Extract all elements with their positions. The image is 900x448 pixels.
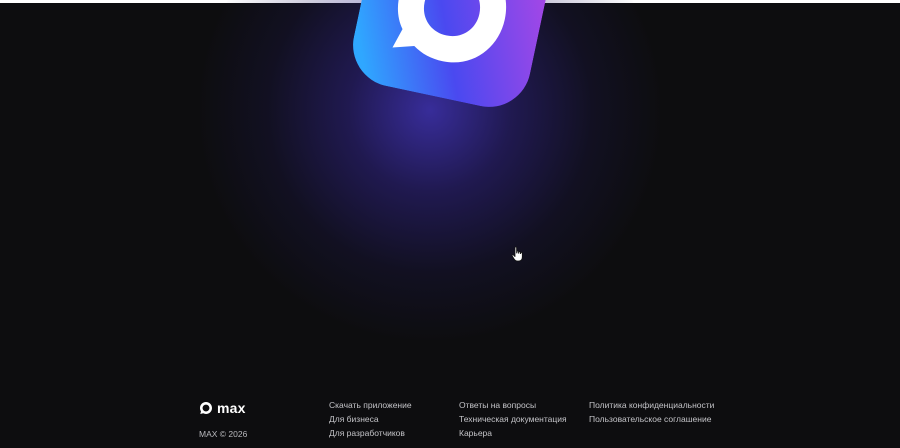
footer-link-for-business[interactable]: Для бизнеса: [329, 414, 412, 424]
footer-brand[interactable]: max: [199, 400, 246, 416]
max-logo-icon: [200, 402, 212, 414]
site-footer: max MAX © 2026 Скачать приложение Для би…: [0, 396, 900, 448]
footer-link-user-agreement[interactable]: Пользовательское соглашение: [589, 414, 714, 424]
landing-page: max MAX © 2026 Скачать приложение Для би…: [0, 0, 900, 448]
footer-column-support: Ответы на вопросы Техническая документац…: [459, 400, 567, 438]
footer-column-product: Скачать приложение Для бизнеса Для разра…: [329, 400, 412, 438]
footer-link-faq[interactable]: Ответы на вопросы: [459, 400, 567, 410]
footer-link-privacy-policy[interactable]: Политика конфиденциальности: [589, 400, 714, 410]
copyright-text: MAX © 2026: [199, 429, 248, 439]
footer-link-for-developers[interactable]: Для разработчиков: [329, 428, 412, 438]
footer-column-legal: Политика конфиденциальности Пользователь…: [589, 400, 714, 424]
hand-pointer-cursor-icon: [511, 246, 523, 262]
footer-link-technical-docs[interactable]: Техническая документация: [459, 414, 567, 424]
footer-link-download-app[interactable]: Скачать приложение: [329, 400, 412, 410]
footer-link-careers[interactable]: Карьера: [459, 428, 567, 438]
brand-name: max: [217, 400, 246, 416]
